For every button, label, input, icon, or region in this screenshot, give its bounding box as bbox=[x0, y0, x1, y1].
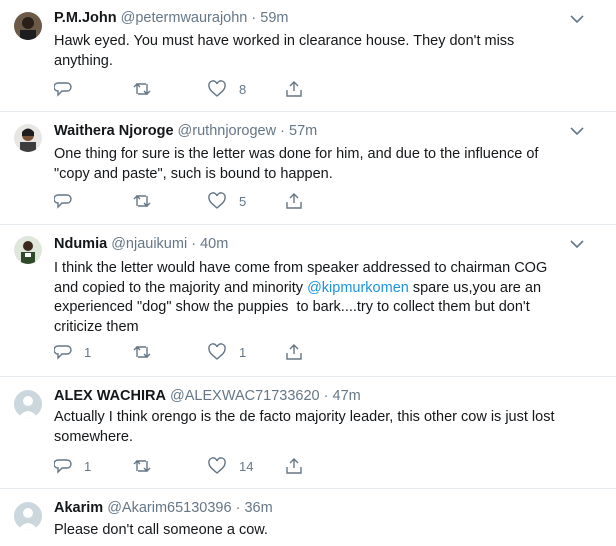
retweet-button[interactable] bbox=[132, 342, 164, 362]
chevron-down-icon[interactable] bbox=[570, 239, 584, 249]
separator: · bbox=[191, 236, 197, 252]
heart-icon bbox=[208, 192, 226, 209]
tweet[interactable]: ALEX WACHIRA @ALEXWAC71733620 · 47m Actu… bbox=[0, 376, 616, 489]
tweet-text: Please don't call someone a cow. bbox=[54, 522, 268, 538]
tweet[interactable]: Akarim @Akarim65130396 · 36m Please don'… bbox=[0, 488, 616, 546]
retweet-button[interactable] bbox=[132, 191, 164, 211]
like-count: 14 bbox=[239, 458, 254, 474]
heart-icon bbox=[208, 343, 226, 360]
reply-icon bbox=[54, 345, 72, 360]
like-count: 5 bbox=[239, 193, 247, 209]
reply-count: 1 bbox=[84, 344, 92, 360]
timestamp[interactable]: 57m bbox=[289, 123, 317, 139]
retweet-icon bbox=[133, 83, 151, 95]
avatar[interactable] bbox=[14, 124, 42, 152]
default-avatar-icon bbox=[14, 502, 42, 530]
reply-button[interactable]: 1 bbox=[54, 456, 91, 476]
user-handle[interactable]: @Akarim65130396 bbox=[107, 500, 231, 516]
display-name[interactable]: Ndumia bbox=[54, 236, 107, 252]
like-count: 1 bbox=[239, 344, 247, 360]
mention-link[interactable]: @kipmurkomen bbox=[307, 280, 409, 296]
timestamp[interactable]: 36m bbox=[244, 500, 272, 516]
like-button[interactable]: 5 bbox=[207, 191, 246, 211]
reply-count: 1 bbox=[84, 458, 92, 474]
tweet-actions: 5 bbox=[54, 191, 314, 211]
tweet-header: Akarim @Akarim65130396 · 36m bbox=[54, 500, 273, 516]
retweet-button[interactable] bbox=[132, 79, 164, 99]
heart-icon bbox=[208, 457, 226, 474]
retweet-icon bbox=[133, 346, 151, 358]
share-button[interactable] bbox=[285, 79, 303, 99]
timestamp[interactable]: 47m bbox=[333, 388, 361, 404]
share-button[interactable] bbox=[285, 342, 303, 362]
share-button[interactable] bbox=[285, 191, 303, 211]
avatar-image bbox=[14, 124, 42, 152]
share-icon bbox=[286, 193, 302, 209]
reply-button[interactable] bbox=[54, 79, 84, 99]
like-button[interactable]: 14 bbox=[207, 456, 253, 476]
reply-icon bbox=[54, 194, 72, 209]
separator: · bbox=[280, 123, 285, 139]
timestamp[interactable]: 59m bbox=[260, 10, 288, 26]
avatar[interactable] bbox=[14, 12, 42, 40]
tweet[interactable]: Waithera Njoroge @ruthnjorogew · 57m One… bbox=[0, 111, 616, 225]
like-button[interactable]: 8 bbox=[207, 79, 246, 99]
default-avatar-icon bbox=[14, 390, 42, 418]
share-button[interactable] bbox=[285, 456, 303, 476]
tweet-actions: 1 1 bbox=[54, 342, 314, 362]
reply-button[interactable]: 1 bbox=[54, 342, 91, 362]
tweet-header: ALEX WACHIRA @ALEXWAC71733620 · 47m bbox=[54, 388, 361, 404]
avatar[interactable] bbox=[14, 236, 42, 264]
share-icon bbox=[286, 81, 302, 97]
avatar-image bbox=[14, 12, 42, 40]
heart-icon bbox=[208, 80, 226, 97]
tweet-text: Actually I think orengo is the de facto … bbox=[54, 409, 555, 445]
reply-icon bbox=[54, 82, 72, 97]
tweet[interactable]: Ndumia @njauikumi · 40m I think the lett… bbox=[0, 224, 616, 377]
separator: · bbox=[251, 10, 257, 26]
display-name[interactable]: P.M.John bbox=[54, 10, 117, 26]
tweet-header: Ndumia @njauikumi · 40m bbox=[54, 236, 228, 252]
tweet-text: One thing for sure is the letter was don… bbox=[54, 146, 539, 182]
user-handle[interactable]: @ALEXWAC71733620 bbox=[170, 388, 320, 404]
reply-icon bbox=[54, 459, 72, 474]
share-icon bbox=[286, 344, 302, 360]
tweet-text: I think the letter would have come from … bbox=[54, 259, 594, 337]
like-button[interactable]: 1 bbox=[207, 342, 246, 362]
tweet-header: Waithera Njoroge @ruthnjorogew · 57m bbox=[54, 123, 317, 139]
separator: · bbox=[235, 500, 241, 516]
reply-button[interactable] bbox=[54, 191, 84, 211]
tweet-actions: 1 14 bbox=[54, 456, 314, 476]
user-handle[interactable]: @petermwaurajohn bbox=[121, 10, 248, 26]
display-name[interactable]: Akarim bbox=[54, 500, 103, 516]
separator: · bbox=[323, 388, 329, 404]
tweet-text: Hawk eyed. You must have worked in clear… bbox=[54, 33, 515, 69]
retweet-button[interactable] bbox=[132, 456, 164, 476]
avatar[interactable] bbox=[14, 390, 42, 418]
user-handle[interactable]: @njauikumi bbox=[111, 236, 187, 252]
avatar-image bbox=[14, 236, 42, 264]
display-name[interactable]: ALEX WACHIRA bbox=[54, 388, 166, 404]
tweet-header: P.M.John @petermwaurajohn · 59m bbox=[54, 10, 289, 26]
chevron-down-icon[interactable] bbox=[570, 126, 584, 136]
chevron-down-icon[interactable] bbox=[570, 14, 584, 24]
tweet-actions: 8 bbox=[54, 79, 314, 99]
user-handle[interactable]: @ruthnjorogew bbox=[178, 123, 277, 139]
like-count: 8 bbox=[239, 81, 247, 97]
retweet-icon bbox=[133, 460, 151, 472]
timestamp[interactable]: 40m bbox=[200, 236, 228, 252]
share-icon bbox=[286, 458, 302, 474]
display-name[interactable]: Waithera Njoroge bbox=[54, 123, 174, 139]
avatar[interactable] bbox=[14, 502, 42, 530]
retweet-icon bbox=[133, 195, 151, 207]
tweet[interactable]: P.M.John @petermwaurajohn · 59m Hawk eye… bbox=[0, 0, 616, 112]
